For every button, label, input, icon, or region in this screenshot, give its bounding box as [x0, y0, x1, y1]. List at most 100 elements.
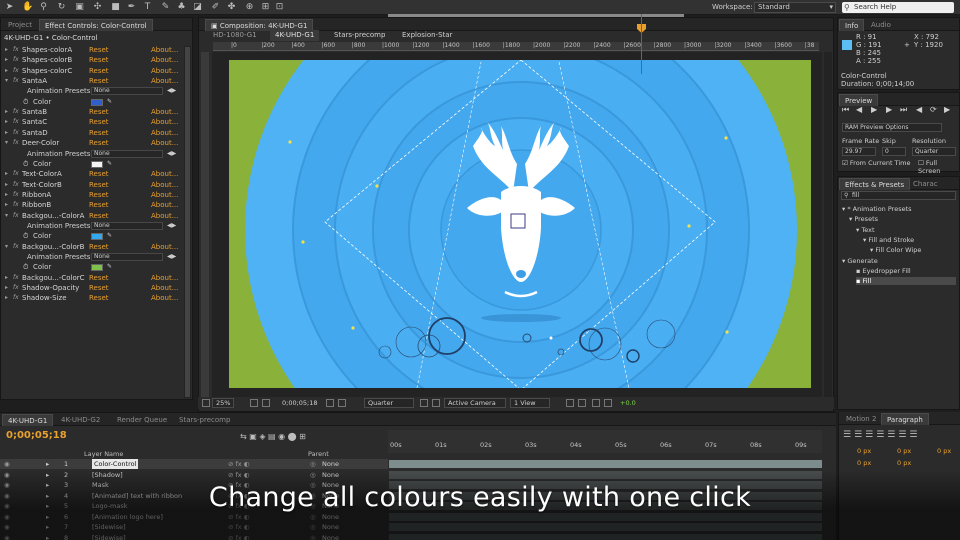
- twirl-closed-icon[interactable]: ▸: [5, 180, 8, 190]
- tab-motion[interactable]: Motion 2: [841, 413, 881, 425]
- about-link[interactable]: About...: [151, 66, 178, 76]
- pen-tool-icon[interactable]: ✒: [126, 2, 137, 13]
- preset-arrows-icon[interactable]: ◀▶: [167, 86, 176, 96]
- timeline-switches-icons[interactable]: ⇆ ▣ ◈ ▤ ◉ ⬤ ⊞: [240, 432, 306, 441]
- twirl-open-icon[interactable]: ▾: [5, 211, 8, 221]
- ram-preview-icon[interactable]: ▶: [944, 105, 950, 114]
- clone-tool-icon[interactable]: ♣: [176, 2, 187, 13]
- skip-select[interactable]: 0: [882, 147, 906, 156]
- about-link[interactable]: About...: [151, 128, 178, 138]
- animation-presets-select[interactable]: None: [91, 87, 163, 96]
- fx-icon[interactable]: fx: [13, 180, 19, 190]
- stopwatch-icon[interactable]: ⏱: [23, 262, 28, 272]
- twirl-closed-icon[interactable]: ▸: [5, 66, 8, 76]
- rotate-tool-icon[interactable]: ↻: [56, 2, 67, 13]
- parent-select[interactable]: None: [322, 459, 339, 469]
- effects-search-input[interactable]: ⚲ fill: [841, 191, 956, 200]
- eyedropper-icon[interactable]: ✎: [107, 97, 112, 107]
- eyedropper-icon[interactable]: ✎: [107, 262, 112, 272]
- about-link[interactable]: About...: [151, 180, 178, 190]
- effect-name[interactable]: Deer-Color: [22, 138, 59, 148]
- fx-icon[interactable]: fx: [13, 211, 19, 221]
- parent-pick-icon[interactable]: ◎: [310, 459, 316, 469]
- grid-icon[interactable]: [262, 399, 270, 407]
- effects-tree-item[interactable]: ▪ Eyedropper Fill: [856, 267, 911, 275]
- color-swatch[interactable]: [91, 264, 103, 272]
- reset-link[interactable]: Reset: [89, 180, 109, 190]
- twirl-closed-icon[interactable]: ▸: [5, 190, 8, 200]
- effects-tree-item[interactable]: ▾ Text: [856, 226, 875, 234]
- full-screen-checkbox[interactable]: ☐ Full Screen: [918, 159, 960, 175]
- about-link[interactable]: About...: [151, 76, 178, 86]
- twirl-open-icon[interactable]: ▾: [5, 138, 8, 148]
- twirl-closed-icon[interactable]: ▸: [5, 107, 8, 117]
- tab-character[interactable]: Charac: [908, 178, 943, 190]
- twirl-closed-icon[interactable]: ▸: [5, 293, 8, 303]
- stopwatch-icon[interactable]: ⏱: [23, 231, 28, 241]
- twirl-closed-icon[interactable]: ▸: [5, 283, 8, 293]
- reset-link[interactable]: Reset: [89, 128, 109, 138]
- fx-icon[interactable]: fx: [13, 283, 19, 293]
- fx-icon[interactable]: fx: [13, 200, 19, 210]
- tab-paragraph[interactable]: Paragraph: [881, 413, 929, 425]
- reset-link[interactable]: Reset: [89, 55, 109, 65]
- crumb-hd-1080[interactable]: HD-1080-G1: [213, 30, 257, 41]
- axis-icon[interactable]: ⊞: [260, 2, 271, 13]
- about-link[interactable]: About...: [151, 283, 178, 293]
- next-frame-icon[interactable]: ▶: [886, 105, 892, 114]
- roto-tool-icon[interactable]: ✐: [210, 2, 221, 13]
- world-axis-icon[interactable]: ⊡: [274, 2, 285, 13]
- about-link[interactable]: About...: [151, 138, 178, 148]
- view-layout-select[interactable]: 1 View: [510, 398, 550, 408]
- channel-icon[interactable]: [338, 399, 346, 407]
- effect-name[interactable]: Backgou...-ColorC: [22, 273, 85, 283]
- reset-link[interactable]: Reset: [89, 76, 109, 86]
- camera-select[interactable]: Active Camera: [444, 398, 506, 408]
- frame-rate-select[interactable]: 29.97: [842, 147, 876, 156]
- reset-link[interactable]: Reset: [89, 200, 109, 210]
- reset-link[interactable]: Reset: [89, 66, 109, 76]
- fx-icon[interactable]: fx: [13, 169, 19, 179]
- composition-viewer[interactable]: [212, 52, 822, 397]
- effect-name[interactable]: SantaA: [22, 76, 47, 86]
- fx-icon[interactable]: fx: [13, 293, 19, 303]
- fx-icon[interactable]: fx: [13, 242, 19, 252]
- preset-arrows-icon[interactable]: ◀▶: [167, 149, 176, 159]
- puppet-tool-icon[interactable]: ✤: [226, 2, 237, 13]
- space-after-value[interactable]: 0 px: [897, 459, 911, 467]
- transparency-grid-icon[interactable]: [432, 399, 440, 407]
- crumb-explosion-star[interactable]: Explosion-Star: [402, 30, 452, 41]
- tab-audio[interactable]: Audio: [866, 19, 896, 31]
- fx-icon[interactable]: fx: [13, 45, 19, 55]
- fx-icon[interactable]: fx: [13, 107, 19, 117]
- tab-effect-controls[interactable]: Effect Controls: Color-Control: [39, 19, 153, 31]
- fx-icon[interactable]: fx: [13, 128, 19, 138]
- fx-icon[interactable]: fx: [13, 273, 19, 283]
- preset-arrows-icon[interactable]: ◀▶: [167, 252, 176, 262]
- effect-name[interactable]: SantaC: [22, 117, 47, 127]
- play-icon[interactable]: ▶: [871, 105, 877, 114]
- fx-icon[interactable]: fx: [13, 138, 19, 148]
- effect-name[interactable]: Text-ColorB: [22, 180, 62, 190]
- effects-tree-item[interactable]: ▾ Generate: [842, 257, 878, 265]
- selection-tool-icon[interactable]: ➤: [4, 2, 15, 13]
- timeline-current-time[interactable]: 0;00;05;18: [6, 430, 67, 441]
- last-frame-icon[interactable]: ⏭: [900, 105, 907, 115]
- effect-name[interactable]: RibbonA: [22, 190, 51, 200]
- reset-link[interactable]: Reset: [89, 242, 109, 252]
- layer-switches-icon[interactable]: ⊘ fx ◐: [228, 459, 249, 469]
- type-tool-icon[interactable]: T: [142, 2, 153, 13]
- fast-preview-icon[interactable]: [578, 399, 586, 407]
- effects-tree-item[interactable]: ▾ Fill Color Wipe: [870, 246, 921, 254]
- effect-name[interactable]: Shapes-colorA: [22, 45, 72, 55]
- effect-name[interactable]: SantaB: [22, 107, 47, 117]
- about-link[interactable]: About...: [151, 169, 178, 179]
- about-link[interactable]: About...: [151, 211, 178, 221]
- tab-render-queue[interactable]: Render Queue: [112, 414, 172, 426]
- resolution-select-preview[interactable]: Quarter: [912, 147, 956, 156]
- twirl-closed-icon[interactable]: ▸: [46, 459, 49, 469]
- audio-icon[interactable]: ◀: [916, 105, 922, 114]
- fx-icon[interactable]: fx: [13, 66, 19, 76]
- indent-first-value[interactable]: 0 px: [897, 447, 911, 455]
- reset-link[interactable]: Reset: [89, 107, 109, 117]
